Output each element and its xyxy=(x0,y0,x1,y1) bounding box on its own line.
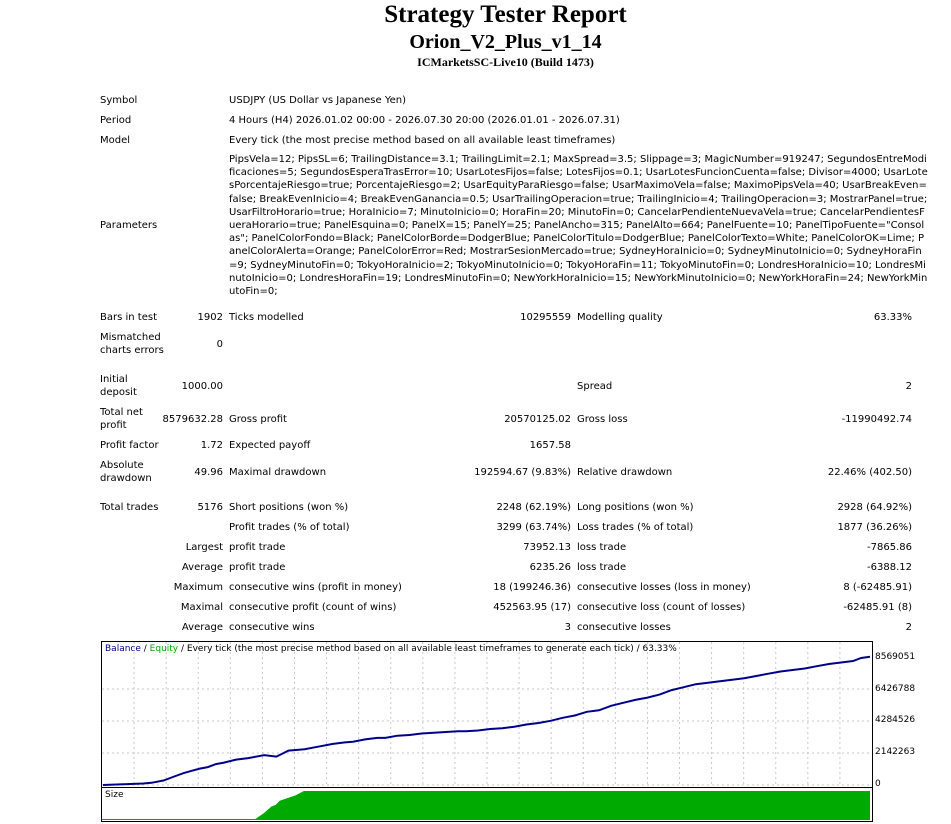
average-label: Average xyxy=(181,562,223,573)
largest-profit-value: 73952.13 xyxy=(523,542,571,553)
average-loss-value: -6388.12 xyxy=(867,562,912,573)
pf-label: Profit factor xyxy=(100,440,159,451)
model-label: Model xyxy=(100,135,131,146)
avglosses-label: consecutive losses xyxy=(577,622,671,633)
maxdd-value: 192594.67 (9.83%) xyxy=(474,467,571,478)
maximum-label: Maximum xyxy=(173,582,223,593)
netprofit-value: 8579632.28 xyxy=(162,414,223,425)
average-profit-label: profit trade xyxy=(229,562,286,573)
spread-label: Spread xyxy=(577,381,613,392)
legend-separator: / xyxy=(140,644,150,654)
parameters-label: Parameters xyxy=(100,220,158,231)
legend-balance: Balance xyxy=(105,644,141,654)
grossloss-value: -11990492.74 xyxy=(841,414,912,425)
spread-value: 2 xyxy=(905,381,912,392)
payoff-value: 1657.58 xyxy=(529,440,571,451)
largest-profit-label: profit trade xyxy=(229,542,286,553)
pf-value: 1.72 xyxy=(200,440,223,451)
largest-loss-value: -7865.86 xyxy=(867,542,912,553)
chart-legend: Balance / Equity / Every tick (the most … xyxy=(105,644,677,655)
maxwins-label: consecutive wins (profit in money) xyxy=(229,582,402,593)
mismatch-label-1: Mismatched xyxy=(100,332,161,343)
size-panel: Size xyxy=(101,787,873,822)
grossprofit-label: Gross profit xyxy=(229,414,287,425)
maxprofit-value: 452563.95 (17) xyxy=(493,602,571,613)
ticks-label: Ticks modelled xyxy=(229,312,304,323)
long-label: Long positions (won %) xyxy=(577,502,694,513)
y-label-3: 2142263 xyxy=(875,747,916,757)
legend-description: / Every tick (the most precise method ba… xyxy=(178,644,677,654)
size-area xyxy=(102,791,870,820)
average2-label: Average xyxy=(181,622,223,633)
maxdd-label: Maximal drawdown xyxy=(229,467,327,478)
avglosses-value: 2 xyxy=(905,622,912,633)
size-label: Size xyxy=(105,790,124,800)
absdd-value: 49.96 xyxy=(194,467,223,478)
payoff-label: Expected payoff xyxy=(229,440,311,451)
deposit-value: 1000.00 xyxy=(181,381,223,392)
reldd-label: Relative drawdown xyxy=(577,467,673,478)
model-value: Every tick (the most precise method base… xyxy=(229,135,616,146)
server-build: ICMarketsSC-Live10 (Build 1473) xyxy=(417,55,594,69)
expert-name: Orion_V2_Plus_v1_14 xyxy=(409,31,602,53)
absdd-label-1: Absolute xyxy=(100,460,144,471)
mismatch-value: 0 xyxy=(216,339,223,350)
netprofit-label-2: profit xyxy=(100,420,127,431)
largest-loss-label: loss trade xyxy=(577,542,627,553)
period-label: Period xyxy=(100,115,132,126)
short-label: Short positions (won %) xyxy=(229,502,349,513)
trades-value: 5176 xyxy=(197,502,223,513)
grossloss-label: Gross loss xyxy=(577,414,628,425)
maximal-label: Maximal xyxy=(180,602,223,613)
deposit-label-2: deposit xyxy=(100,387,137,398)
ltrades-value: 1877 (36.26%) xyxy=(837,522,912,533)
trades-label: Total trades xyxy=(100,502,159,513)
largest-label: Largest xyxy=(185,542,223,553)
parameters-value: PipsVela=12; PipsSL=6; TrailingDistance=… xyxy=(229,154,931,298)
ptrades-label: Profit trades (% of total) xyxy=(229,522,350,533)
ticks-value: 10295559 xyxy=(520,312,571,323)
grossprofit-value: 20570125.02 xyxy=(504,414,571,425)
symbol-value: USDJPY (US Dollar vs Japanese Yen) xyxy=(229,95,407,106)
size-plot xyxy=(102,791,870,820)
long-value: 2928 (64.92%) xyxy=(837,502,912,513)
average-loss-label: loss trade xyxy=(577,562,627,573)
symbol-label: Symbol xyxy=(100,95,138,106)
maxloss-label: consecutive loss (count of losses) xyxy=(577,602,746,613)
mismatch-label-2: charts errors xyxy=(100,345,164,356)
maxwins-value: 18 (199246.36) xyxy=(493,582,571,593)
y-label-1: 6426788 xyxy=(875,684,916,694)
y-label-4: 0 xyxy=(875,779,881,789)
balance-chart: Balance / Equity / Every tick (the most … xyxy=(101,641,873,792)
short-value: 2248 (62.19%) xyxy=(496,502,571,513)
period-value: 4 Hours (H4) 2026.01.02 00:00 - 2026.07.… xyxy=(229,115,620,126)
absdd-label-2: drawdown xyxy=(100,473,152,484)
y-label-0: 8569051 xyxy=(875,652,916,662)
quality-value: 63.33% xyxy=(873,312,912,323)
maxprofit-label: consecutive profit (count of wins) xyxy=(229,602,397,613)
report-title: Strategy Tester Report xyxy=(384,1,627,28)
maxlosses-label: consecutive losses (loss in money) xyxy=(577,582,751,593)
avgwins-value: 3 xyxy=(564,622,571,633)
average-profit-value: 6235.26 xyxy=(529,562,571,573)
ptrades-value: 3299 (63.74%) xyxy=(496,522,571,533)
quality-label: Modelling quality xyxy=(577,312,663,323)
ltrades-label: Loss trades (% of total) xyxy=(577,522,694,533)
reldd-value: 22.46% (402.50) xyxy=(827,467,912,478)
legend-equity: Equity xyxy=(149,644,179,654)
y-label-2: 4284526 xyxy=(875,715,916,725)
bars-value: 1902 xyxy=(197,312,223,323)
balance-chart-plot xyxy=(102,642,872,791)
bars-label: Bars in test xyxy=(100,312,157,323)
avgwins-label: consecutive wins xyxy=(229,622,315,633)
maxloss-value: -62485.91 (8) xyxy=(843,602,912,613)
netprofit-label-1: Total net xyxy=(100,407,143,418)
deposit-label-1: Initial xyxy=(100,374,128,385)
maxlosses-value: 8 (-62485.91) xyxy=(843,582,912,593)
